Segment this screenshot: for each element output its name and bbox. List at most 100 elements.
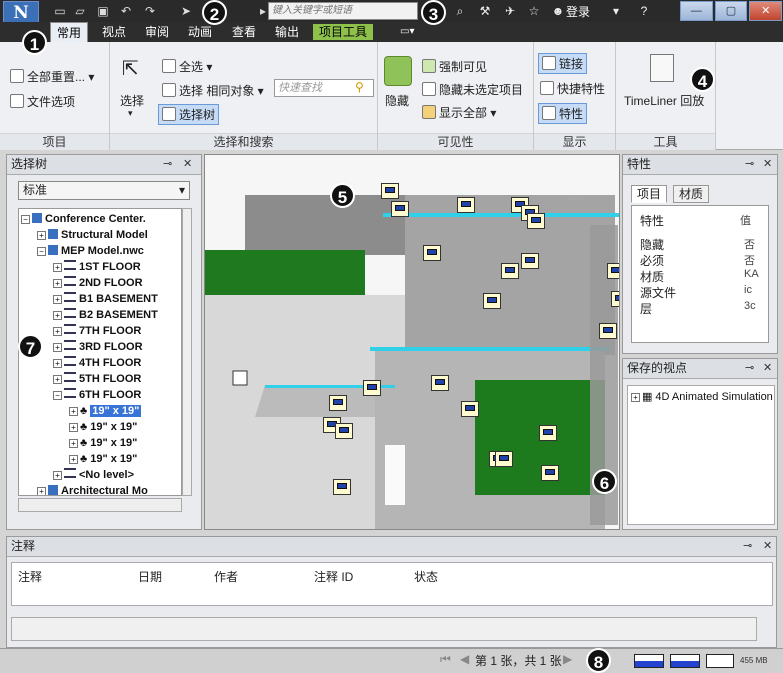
redo-icon[interactable]: ↷ (142, 3, 158, 19)
equipment-marker-icon[interactable] (391, 201, 409, 217)
tree-node[interactable]: + ♣ 19" x 19" (69, 451, 137, 467)
tree-node[interactable]: + ♣ 19" x 19" (69, 435, 137, 451)
equipment-marker-icon[interactable] (329, 395, 347, 411)
tree-node[interactable]: +2ND FLOOR (53, 275, 143, 291)
hide-unselected-button[interactable]: 隐藏未选定项目 (422, 81, 523, 98)
tree-node[interactable]: − Conference Center. (21, 211, 146, 227)
viewpoint-item[interactable]: + ▦ 4D Animated Simulation (631, 389, 773, 405)
tab-project-tools[interactable]: 项目工具 (313, 24, 374, 40)
select-cursor-icon[interactable]: ➤ (178, 3, 194, 19)
minimize-button[interactable]: — (680, 1, 713, 21)
login-link[interactable]: 登录 (566, 3, 590, 20)
tree-node[interactable]: −6TH FLOOR (53, 387, 141, 403)
binoculars-icon[interactable]: ⌕ (452, 3, 468, 19)
tree-node[interactable]: +3RD FLOOR (53, 339, 143, 355)
equipment-marker-icon[interactable] (539, 425, 557, 441)
equipment-marker-icon[interactable] (607, 263, 619, 279)
close-button[interactable]: ✕ (749, 1, 783, 21)
quick-properties-button[interactable]: 快捷特性 (540, 80, 605, 97)
star-icon[interactable]: ☆ (526, 3, 542, 19)
hide-button[interactable]: 隐藏 (385, 92, 409, 109)
equipment-marker-icon[interactable] (423, 245, 441, 261)
equipment-marker-icon[interactable] (381, 183, 399, 199)
help-icon[interactable]: ? (636, 3, 652, 19)
equipment-marker-icon[interactable] (363, 380, 381, 396)
close-icon[interactable]: ✕ (763, 361, 772, 374)
tree-node[interactable]: + B2 BASEMENT (53, 307, 158, 323)
equipment-marker-icon[interactable] (611, 291, 619, 307)
equipment-marker-icon[interactable] (431, 375, 449, 391)
tree-mode-select[interactable]: 标准 ▾ (18, 181, 190, 200)
playback-label[interactable]: 回放 (680, 94, 704, 108)
pin-icon[interactable]: ⊸ (163, 157, 172, 170)
tab-item[interactable]: 项目 (631, 185, 668, 203)
satellite-icon[interactable]: ✈ (502, 3, 518, 19)
quick-find-icon[interactable]: ⚲ (355, 80, 364, 94)
equipment-marker-icon[interactable] (457, 197, 475, 213)
equipment-marker-icon[interactable] (461, 401, 479, 417)
tree-node[interactable]: + Structural Model (37, 227, 148, 243)
links-button[interactable]: 链接 (538, 53, 588, 74)
tree-horizontal-scrollbar[interactable] (18, 498, 182, 512)
tab-review[interactable]: 审阅 (139, 22, 175, 42)
select-all-button[interactable]: 全选 ▾ (162, 58, 212, 75)
file-options-button[interactable]: 文件选项 (10, 93, 75, 110)
pin-icon[interactable]: ⊸ (743, 539, 752, 552)
pin-icon[interactable]: ⊸ (745, 361, 754, 374)
equipment-marker-icon[interactable] (501, 263, 519, 279)
tab-material[interactable]: 材质 (673, 185, 710, 203)
tree-node[interactable]: +7TH FLOOR (53, 323, 141, 339)
tree-node[interactable]: + Architectural Mo (37, 483, 148, 495)
equipment-marker-icon[interactable] (527, 213, 545, 229)
close-icon[interactable]: ✕ (763, 539, 772, 552)
select-same-button[interactable]: 选择 相同对象 ▾ (162, 82, 264, 99)
equipment-marker-icon[interactable] (483, 293, 501, 309)
equipment-marker-icon[interactable] (599, 323, 617, 339)
tree-node-selected[interactable]: + ♣ 19" x 19" (69, 403, 142, 419)
equipment-marker-icon[interactable] (495, 451, 513, 467)
tab-home[interactable]: 常用 (50, 22, 89, 42)
next-page-icon[interactable]: ▶ (563, 652, 572, 666)
select-button[interactable]: 选择 (120, 92, 144, 109)
first-page-icon[interactable]: ⏮ (440, 652, 451, 667)
tree-view[interactable]: − Conference Center. + Structural Model − M… (18, 208, 182, 496)
close-icon[interactable]: ✕ (763, 157, 772, 170)
save-icon[interactable]: ▣ (95, 3, 111, 19)
search-input[interactable]: 键入关键字或短语 (268, 2, 418, 20)
properties-button[interactable]: 特性 (538, 103, 588, 124)
chevron-down-icon[interactable]: ▾ (608, 3, 624, 19)
reset-all-button[interactable]: 全部重置... ▾ (10, 68, 94, 85)
application-button[interactable]: N (3, 1, 39, 23)
3d-viewport[interactable]: BACK (204, 154, 620, 530)
tree-vertical-scrollbar[interactable] (182, 208, 192, 496)
tree-node[interactable]: +1ST FLOOR (53, 259, 141, 275)
equipment-marker-icon[interactable] (333, 479, 351, 495)
tree-node[interactable]: + ♣ 19" x 19" (69, 419, 137, 435)
tree-node[interactable]: − MEP Model.nwc (37, 243, 144, 259)
tab-view[interactable]: 查看 (226, 22, 262, 42)
pin-icon[interactable]: ⊸ (745, 157, 754, 170)
equipment-marker-icon[interactable] (521, 253, 539, 269)
comment-text-area[interactable] (11, 617, 757, 641)
tab-viewpoint[interactable]: 视点 (96, 22, 132, 42)
tree-node[interactable]: +4TH FLOOR (53, 355, 141, 371)
close-icon[interactable]: ✕ (183, 157, 192, 170)
viewcube[interactable]: BACK (567, 195, 586, 202)
equipment-marker-icon[interactable] (541, 465, 559, 481)
tree-node[interactable]: + B1 BASEMENT (53, 291, 158, 307)
timeliner-button[interactable]: TimeLiner 回放 (624, 92, 704, 109)
open-folder-icon[interactable]: ▱ (72, 3, 88, 19)
ribbon-minimize-icon[interactable]: ▭▾ (394, 22, 420, 42)
selection-tree-button[interactable]: 选择树 (158, 104, 220, 125)
select-dropdown-icon[interactable]: ▾ (128, 108, 133, 119)
require-button[interactable]: 强制可见 (422, 58, 487, 75)
tab-output[interactable]: 输出 (269, 22, 305, 42)
prev-page-icon[interactable]: ◀ (460, 652, 469, 666)
tree-node[interactable]: +5TH FLOOR (53, 371, 141, 387)
maximize-button[interactable]: ▢ (714, 1, 748, 21)
new-file-icon[interactable]: ▭ (52, 3, 68, 19)
equipment-marker-icon[interactable] (335, 423, 353, 439)
show-all-button[interactable]: 显示全部 ▾ (422, 104, 496, 121)
tab-animation[interactable]: 动画 (182, 22, 218, 42)
wrench-icon[interactable]: ⚒ (477, 3, 493, 19)
